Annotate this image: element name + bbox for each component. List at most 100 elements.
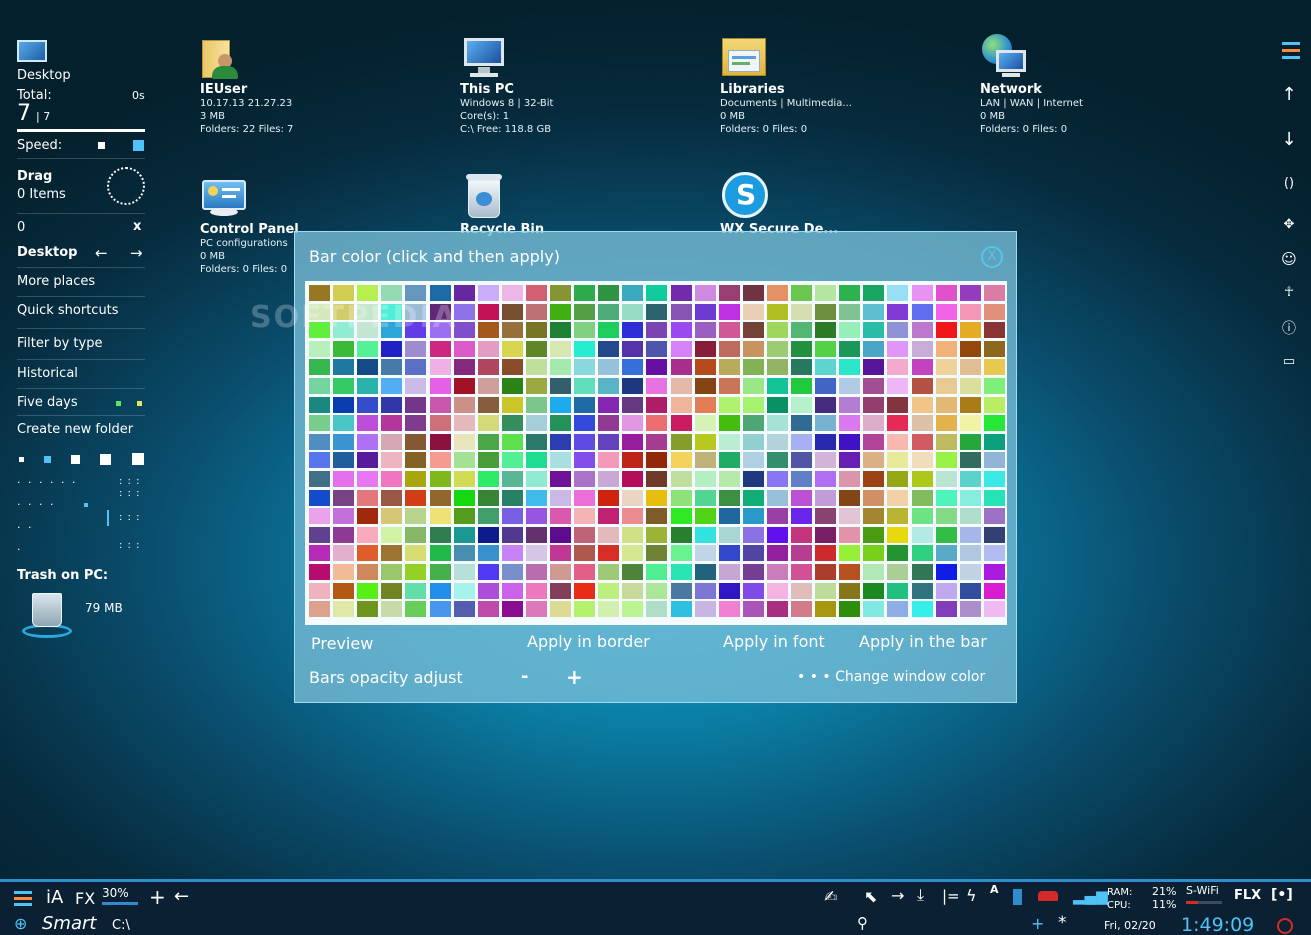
color-swatch[interactable]	[694, 396, 716, 413]
add-blue-icon[interactable]: +	[1031, 914, 1044, 933]
view-size-2[interactable]	[44, 456, 51, 463]
color-swatch[interactable]	[598, 526, 620, 543]
color-swatch[interactable]	[525, 545, 547, 562]
change-window-color-button[interactable]: • • • Change window color	[797, 669, 985, 685]
color-swatch[interactable]	[742, 489, 764, 506]
color-swatch[interactable]	[983, 322, 1005, 339]
color-swatch[interactable]	[959, 471, 981, 487]
add-button[interactable]: +	[149, 885, 166, 909]
color-swatch[interactable]	[742, 303, 764, 320]
color-swatch[interactable]	[501, 433, 523, 450]
desktop-icon-this-pc[interactable]: This PC Windows 8 | 32-Bit Core(s): 1 C:…	[460, 32, 660, 136]
color-swatch[interactable]	[839, 508, 861, 525]
color-swatch[interactable]	[598, 415, 620, 432]
color-swatch[interactable]	[574, 303, 596, 320]
color-swatch[interactable]	[357, 545, 379, 562]
color-swatch[interactable]	[333, 433, 355, 450]
color-swatch[interactable]	[501, 340, 523, 357]
color-swatch[interactable]	[622, 303, 644, 320]
color-swatch[interactable]	[983, 545, 1005, 562]
color-swatch[interactable]	[911, 433, 933, 450]
color-swatch[interactable]	[718, 489, 740, 506]
sort-pattern-3[interactable]: . .	[17, 518, 34, 531]
color-swatch[interactable]	[670, 471, 692, 487]
sort-pattern-4[interactable]: .	[17, 540, 21, 553]
color-swatch[interactable]	[453, 340, 475, 357]
color-swatch[interactable]	[718, 340, 740, 357]
color-swatch[interactable]	[525, 322, 547, 339]
color-swatch[interactable]	[622, 471, 644, 487]
view-size-1[interactable]	[19, 457, 24, 462]
color-swatch[interactable]	[983, 285, 1005, 301]
color-swatch[interactable]	[381, 433, 403, 450]
color-swatch[interactable]	[670, 322, 692, 339]
color-swatch[interactable]	[550, 303, 571, 320]
color-swatch[interactable]	[381, 378, 403, 394]
color-swatch[interactable]	[501, 508, 523, 525]
color-swatch[interactable]	[815, 415, 837, 432]
color-swatch[interactable]	[550, 396, 571, 413]
color-swatch[interactable]	[863, 433, 885, 450]
color-swatch[interactable]	[525, 452, 547, 469]
color-swatch[interactable]	[935, 340, 957, 357]
color-swatch[interactable]	[863, 601, 885, 618]
color-swatch[interactable]	[718, 564, 740, 580]
color-swatch[interactable]	[935, 564, 957, 580]
color-swatch[interactable]	[911, 322, 933, 339]
color-swatch[interactable]	[381, 285, 403, 301]
color-swatch[interactable]	[646, 545, 668, 562]
color-swatch[interactable]	[646, 340, 668, 357]
color-swatch[interactable]	[791, 303, 812, 320]
color-swatch[interactable]	[815, 508, 837, 525]
color-swatch[interactable]	[670, 452, 692, 469]
flx-button[interactable]: FLX	[1234, 888, 1261, 903]
grid-pattern-1[interactable]: : : :	[119, 476, 140, 487]
color-swatch[interactable]	[550, 433, 571, 450]
color-swatch[interactable]	[863, 359, 885, 376]
color-swatch[interactable]	[670, 415, 692, 432]
color-swatch[interactable]	[309, 526, 330, 543]
color-swatch[interactable]	[453, 433, 475, 450]
color-swatch[interactable]	[574, 508, 596, 525]
color-swatch[interactable]	[477, 582, 499, 599]
color-swatch[interactable]	[477, 508, 499, 525]
color-swatch[interactable]	[815, 433, 837, 450]
color-swatch[interactable]	[791, 415, 812, 432]
color-swatch[interactable]	[791, 433, 812, 450]
color-swatch[interactable]	[983, 489, 1005, 506]
color-swatch[interactable]	[911, 582, 933, 599]
color-swatch[interactable]	[405, 452, 427, 469]
nav-forward-arrow-icon[interactable]: →	[130, 244, 143, 262]
color-swatch[interactable]	[501, 471, 523, 487]
ribbon-icon[interactable]: ☥	[1278, 282, 1300, 304]
color-swatch[interactable]	[766, 378, 788, 394]
color-swatch[interactable]	[742, 508, 764, 525]
color-swatch[interactable]	[429, 471, 451, 487]
color-swatch[interactable]	[501, 582, 523, 599]
color-swatch[interactable]	[381, 452, 403, 469]
color-swatch[interactable]	[791, 489, 812, 506]
color-swatch[interactable]	[525, 564, 547, 580]
color-swatch[interactable]	[911, 359, 933, 376]
color-swatch[interactable]	[622, 340, 644, 357]
color-swatch[interactable]	[983, 564, 1005, 580]
color-swatch[interactable]	[333, 601, 355, 618]
color-swatch[interactable]	[935, 526, 957, 543]
color-swatch[interactable]	[887, 545, 909, 562]
color-swatch[interactable]	[550, 564, 571, 580]
color-swatch[interactable]	[791, 526, 812, 543]
color-swatch[interactable]	[622, 452, 644, 469]
color-swatch[interactable]	[550, 452, 571, 469]
color-swatch[interactable]	[766, 340, 788, 357]
color-swatch[interactable]	[333, 452, 355, 469]
color-swatch[interactable]	[815, 564, 837, 580]
color-swatch[interactable]	[309, 508, 330, 525]
color-swatch[interactable]	[477, 285, 499, 301]
color-swatch[interactable]	[718, 359, 740, 376]
color-swatch[interactable]	[935, 359, 957, 376]
color-swatch[interactable]	[959, 508, 981, 525]
color-swatch[interactable]	[309, 582, 330, 599]
color-swatch[interactable]	[791, 582, 812, 599]
path-label[interactable]: C:\	[112, 918, 130, 933]
color-swatch[interactable]	[501, 452, 523, 469]
